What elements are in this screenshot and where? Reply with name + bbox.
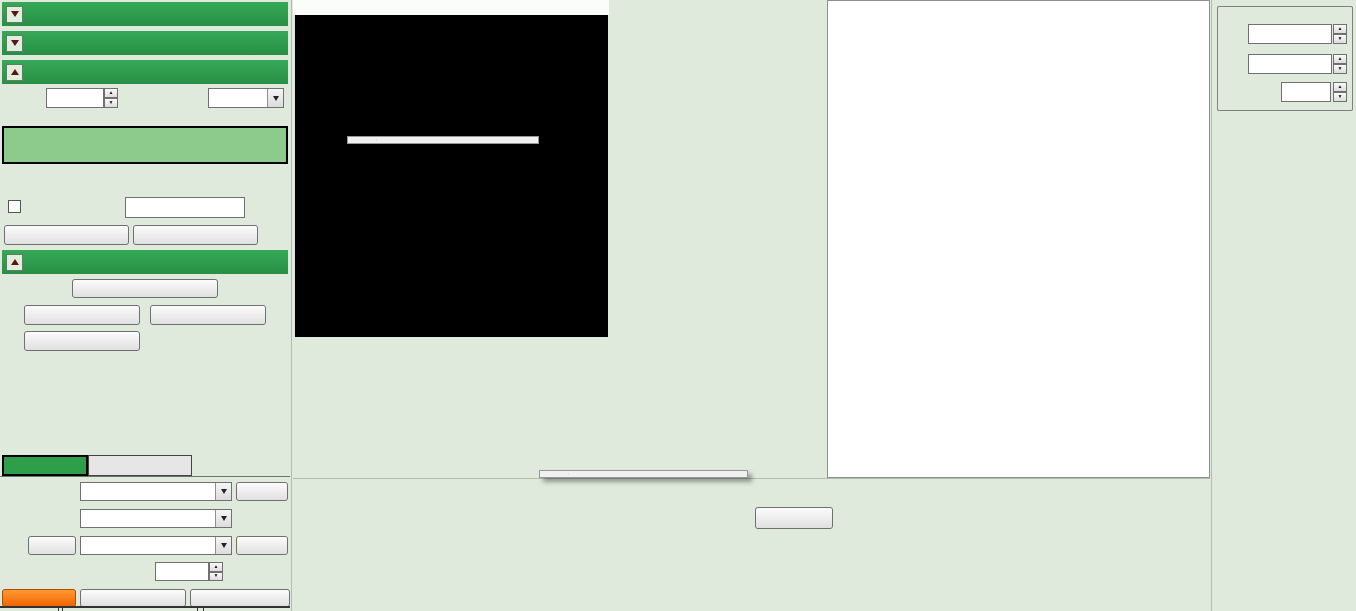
image-title-bar — [293, 0, 609, 15]
table-column-line — [203, 606, 204, 611]
table-column-line — [62, 606, 63, 611]
triangle-up-icon — [11, 259, 19, 265]
sample-points-spinner[interactable]: ▲▼ — [1333, 82, 1347, 102]
table-column-line — [58, 606, 59, 611]
dropdown-arrow-icon[interactable] — [215, 483, 231, 500]
lifetime-min-spinner[interactable]: ▲▼ — [1333, 24, 1347, 44]
triangle-down-icon — [11, 40, 19, 46]
flim-fit-button[interactable] — [133, 225, 258, 245]
show-all-button[interactable] — [2, 589, 76, 607]
time-gate-curve — [4, 128, 286, 162]
section-header-flim[interactable] — [2, 60, 288, 84]
spin-up-icon[interactable]: ▲ — [209, 562, 223, 572]
export-binary-button[interactable] — [24, 331, 140, 351]
decay-select[interactable] — [80, 509, 232, 528]
lifetime-histogram-panel — [827, 0, 1210, 478]
spin-up-icon[interactable]: ▲ — [104, 88, 118, 98]
help-button[interactable] — [236, 482, 288, 501]
dropdown-arrow-icon[interactable] — [215, 537, 231, 554]
fit-plot[interactable] — [293, 535, 1210, 611]
collapse-icon[interactable] — [6, 254, 23, 271]
image-context-menu — [347, 136, 539, 144]
triangle-up-icon — [11, 69, 19, 75]
save-result-button[interactable] — [72, 279, 218, 298]
model-parameters-input[interactable] — [155, 562, 209, 581]
section-header-region-of-interest[interactable] — [2, 2, 288, 26]
spin-up-icon[interactable]: ▲ — [1333, 82, 1347, 92]
dropdown-arrow-icon[interactable] — [267, 89, 283, 107]
binning-input[interactable] — [46, 88, 104, 108]
lifetime-histogram-chart[interactable] — [828, 1, 1209, 477]
lifetime-max-spinner[interactable]: ▲▼ — [1333, 54, 1347, 74]
table-column-line — [197, 606, 198, 611]
export-to-clipboard-button[interactable] — [80, 589, 186, 607]
menu-gutter-line — [568, 473, 569, 475]
results-table-edge — [0, 606, 290, 608]
reset-range-button[interactable] — [755, 507, 833, 529]
tab-divider — [0, 476, 290, 477]
calculate-fastflim-button[interactable] — [4, 225, 129, 245]
menu-gutter-line — [376, 139, 377, 141]
right-splitter[interactable] — [1211, 0, 1212, 611]
irf-import-button[interactable] — [28, 536, 76, 555]
restore-defaults-button[interactable] — [150, 305, 266, 325]
binning-spinner[interactable]: ▲▼ — [104, 88, 118, 108]
spin-down-icon[interactable]: ▼ — [209, 572, 223, 582]
threshold-input[interactable] — [125, 197, 245, 218]
section-header-frame[interactable] — [2, 31, 288, 55]
section-header-file[interactable] — [2, 250, 288, 274]
tab-resolution-estimation[interactable] — [88, 455, 192, 476]
sample-points-input[interactable] — [1281, 82, 1331, 102]
fitting-model-select[interactable] — [80, 482, 232, 501]
threshold-checkbox[interactable] — [8, 200, 21, 213]
collapse-icon[interactable] — [6, 35, 23, 52]
collapse-icon[interactable] — [6, 64, 23, 81]
time-gate-graph[interactable] — [2, 126, 288, 164]
flim-analysis-window: ▲▼ ▲▼ — [0, 0, 1356, 611]
spin-up-icon[interactable]: ▲ — [1333, 24, 1347, 34]
spin-down-icon[interactable]: ▼ — [1333, 34, 1347, 44]
tcspc-binning-select[interactable] — [208, 88, 284, 108]
triangle-down-icon — [11, 11, 19, 17]
irf-remove-button[interactable] — [236, 536, 288, 555]
spin-down-icon[interactable]: ▼ — [1333, 64, 1347, 74]
lifetime-min-input[interactable] — [1248, 24, 1332, 44]
left-splitter[interactable] — [291, 0, 292, 611]
spin-down-icon[interactable]: ▼ — [104, 98, 118, 108]
tab-decay-fitting[interactable] — [2, 455, 88, 476]
export-as-ascii-button[interactable] — [190, 589, 290, 607]
spin-down-icon[interactable]: ▼ — [1333, 92, 1347, 102]
lifetime-max-input[interactable] — [1248, 54, 1332, 74]
export-submenu — [539, 470, 748, 478]
dropdown-arrow-icon[interactable] — [215, 510, 231, 527]
save-defaults-button[interactable] — [24, 305, 140, 325]
flim-image[interactable] — [295, 15, 608, 337]
irf-select[interactable] — [80, 536, 232, 555]
spin-up-icon[interactable]: ▲ — [1333, 54, 1347, 64]
collapse-icon[interactable] — [6, 6, 23, 23]
model-parameters-spinner[interactable]: ▲▼ — [209, 562, 223, 581]
